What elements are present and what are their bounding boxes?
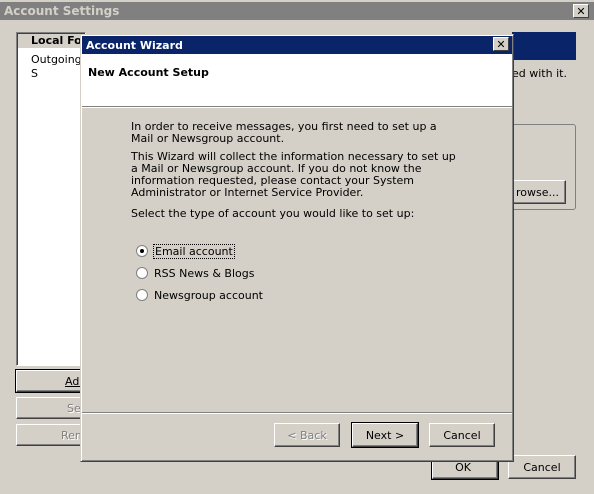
account-tree[interactable]: Local Fol Outgoing S: [16, 32, 98, 366]
parent-cancel-button[interactable]: Cancel: [508, 455, 576, 479]
radio-button[interactable]: [136, 289, 148, 301]
wizard-close-button[interactable]: ✕: [493, 37, 509, 51]
radio-label: Newsgroup account: [154, 288, 263, 302]
wizard-cancel-button[interactable]: Cancel: [429, 423, 495, 447]
wizard-separator: [82, 412, 512, 414]
close-icon: ✕: [576, 4, 586, 18]
remove-account-button[interactable]: Rem: [16, 424, 86, 446]
wizard-title: Account Wizard: [86, 38, 183, 52]
intro-paragraph: In order to receive messages, you first …: [131, 120, 437, 145]
info-paragraph: This Wizard will collect the information…: [131, 150, 456, 199]
radio-newsgroup-account[interactable]: Newsgroup account: [136, 287, 263, 303]
radio-label: RSS News & Blogs: [154, 266, 255, 280]
parent-close-button[interactable]: ✕: [573, 4, 589, 18]
radio-email-account[interactable]: Email account: [136, 243, 235, 259]
select-type-prompt: Select the type of account you would lik…: [131, 207, 415, 220]
parent-hint-text: ed with it.: [512, 67, 567, 80]
close-icon: ✕: [496, 37, 506, 51]
wizard-header-panel: New Account Setup: [82, 54, 512, 107]
set-default-button[interactable]: Se: [16, 397, 86, 419]
radio-label: Email account: [153, 243, 235, 259]
parent-panel-header: [512, 32, 576, 60]
parent-titlebar[interactable]: Account Settings: [0, 2, 594, 20]
tree-item-outgoing[interactable]: Outgoing S: [31, 53, 85, 81]
radio-button[interactable]: [136, 267, 148, 279]
radio-button-checked[interactable]: [136, 245, 148, 257]
back-button[interactable]: < Back: [274, 423, 340, 447]
radio-rss-news-blogs[interactable]: RSS News & Blogs: [136, 265, 254, 281]
add-account-button[interactable]: Add: [15, 369, 87, 393]
wizard-titlebar[interactable]: Account Wizard: [82, 36, 512, 54]
parent-title: Account Settings: [4, 4, 120, 18]
wizard-page-title: New Account Setup: [88, 66, 209, 79]
next-button[interactable]: Next >: [351, 422, 419, 448]
